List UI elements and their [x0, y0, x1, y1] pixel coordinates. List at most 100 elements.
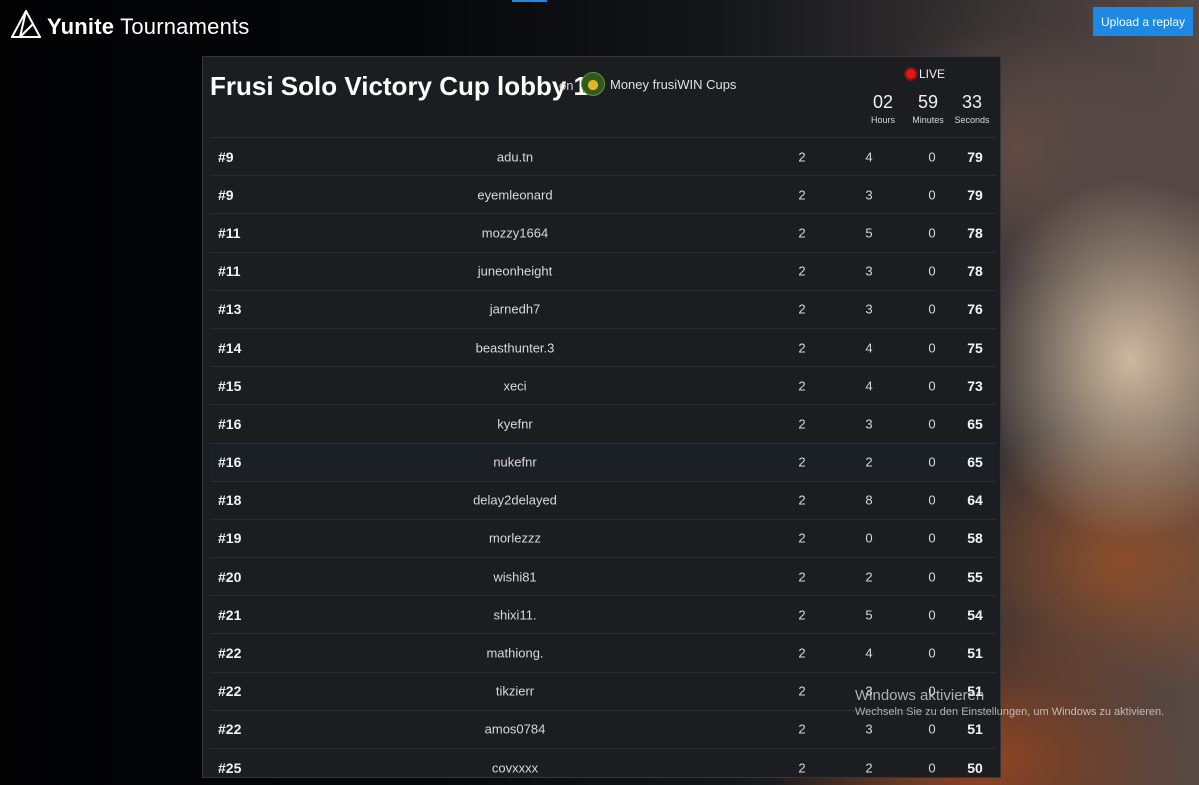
stat-2: 4: [865, 645, 873, 661]
live-indicator: LIVE: [906, 67, 945, 81]
stat-3: 0: [928, 187, 936, 203]
table-row[interactable]: #15 xeci 2 4 0 73: [210, 366, 995, 404]
upload-replay-button[interactable]: Upload a replay: [1093, 7, 1193, 36]
rank: #22: [218, 645, 242, 662]
stat-3: 0: [928, 301, 936, 317]
stat-1: 2: [798, 301, 806, 317]
points: 73: [967, 377, 983, 394]
stat-1: 2: [798, 569, 806, 585]
stat-2: 4: [865, 340, 873, 356]
player-name: eyemleonard: [477, 187, 553, 203]
stat-1: 2: [798, 149, 806, 165]
stat-3: 0: [928, 683, 936, 699]
timer-hours-value: 02: [872, 92, 894, 112]
table-row[interactable]: #25 covxxxx 2 2 0 50: [210, 748, 995, 777]
player-name: mozzy1664: [481, 225, 549, 241]
timer-minutes-value: 59: [917, 92, 939, 112]
timer-hours: 02 Hours: [861, 91, 905, 125]
stat-2: 4: [865, 149, 873, 165]
points: 50: [967, 759, 983, 776]
leaderboard-panel: Frusi Solo Victory Cup lobby 1 on Money …: [202, 56, 1001, 778]
stat-3: 0: [928, 607, 936, 623]
timer-seconds-value: 33: [961, 92, 983, 112]
stat-2: 2: [865, 569, 873, 585]
points: 79: [967, 186, 983, 203]
timer-seconds: 33 Seconds: [950, 91, 994, 125]
stat-2: 8: [865, 492, 873, 508]
player-name: wishi81: [493, 569, 537, 585]
stat-1: 2: [798, 263, 806, 279]
on-label: on: [559, 78, 574, 93]
rank: #18: [218, 492, 242, 509]
player-name: amos0784: [484, 721, 546, 737]
stat-3: 0: [928, 454, 936, 470]
rank: #16: [218, 454, 242, 471]
stat-3: 0: [928, 340, 936, 356]
table-row[interactable]: #20 wishi81 2 2 0 55: [210, 557, 995, 595]
table-row[interactable]: #11 juneonheight 2 3 0 78: [210, 251, 995, 290]
brand-name: Yunite Tournaments: [47, 13, 250, 39]
points: 64: [967, 492, 983, 509]
points: 58: [967, 530, 983, 547]
stat-2: 3: [865, 416, 873, 432]
rank: #9: [218, 148, 234, 165]
stat-2: 3: [865, 683, 873, 699]
table-row[interactable]: #14 beasthunter.3 2 4 0 75: [210, 327, 995, 366]
table-row[interactable]: #16 nukefnr 2 2 0 65: [210, 442, 995, 481]
player-name: mathiong.: [486, 645, 544, 661]
stat-1: 2: [798, 340, 806, 356]
table-row[interactable]: #16 kyefnr 2 3 0 65: [210, 404, 995, 442]
brand-logo-link[interactable]: Yunite Tournaments: [10, 8, 250, 43]
stat-1: 2: [798, 454, 806, 470]
stat-3: 0: [928, 530, 936, 546]
stat-1: 2: [798, 760, 806, 776]
stat-3: 0: [928, 492, 936, 508]
rank: #22: [218, 683, 242, 700]
rank: #20: [218, 568, 242, 585]
stat-2: 3: [865, 187, 873, 203]
points: 79: [967, 148, 983, 165]
player-name: jarnedh7: [489, 301, 541, 317]
stat-2: 3: [865, 301, 873, 317]
table-row[interactable]: #18 delay2delayed 2 8 0 64: [210, 480, 995, 519]
stat-1: 2: [798, 530, 806, 546]
stat-1: 2: [798, 416, 806, 432]
stat-3: 0: [928, 225, 936, 241]
points: 51: [967, 683, 983, 700]
player-name: shixi11.: [493, 607, 537, 623]
stat-1: 2: [798, 492, 806, 508]
player-name: adu.tn: [496, 149, 534, 165]
table-row[interactable]: #21 shixi11. 2 5 0 54: [210, 595, 995, 633]
organizer-link[interactable]: Money frusiWIN Cups: [610, 77, 736, 92]
points: 78: [967, 263, 983, 280]
stat-2: 0: [865, 530, 873, 546]
stat-3: 0: [928, 569, 936, 585]
table-row[interactable]: #22 amos0784 2 3 0 51: [210, 709, 995, 748]
stat-3: 0: [928, 378, 936, 394]
stat-3: 0: [928, 263, 936, 279]
stat-3: 0: [928, 721, 936, 737]
stat-1: 2: [798, 721, 806, 737]
timer-seconds-unit: Seconds: [954, 115, 990, 125]
table-row[interactable]: #19 morlezzz 2 0 0 58: [210, 518, 995, 557]
points: 75: [967, 339, 983, 356]
table-row[interactable]: #9 adu.tn 2 4 0 79: [210, 137, 995, 175]
table-row[interactable]: #11 mozzy1664 2 5 0 78: [210, 213, 995, 251]
player-name: tikzierr: [495, 683, 535, 699]
table-row[interactable]: #9 eyemleonard 2 3 0 79: [210, 175, 995, 213]
table-row[interactable]: #22 tikzierr 2 3 0 51: [210, 671, 995, 710]
yunite-logo-icon: [10, 8, 42, 43]
table-row[interactable]: #22 mathiong. 2 4 0 51: [210, 633, 995, 671]
player-name: delay2delayed: [473, 492, 557, 508]
rank: #13: [218, 301, 242, 318]
table-row[interactable]: #13 jarnedh7 2 3 0 76: [210, 289, 995, 328]
rank: #16: [218, 415, 242, 432]
points: 65: [967, 454, 983, 471]
stat-3: 0: [928, 645, 936, 661]
stat-2: 2: [865, 454, 873, 470]
organizer-avatar[interactable]: [581, 72, 605, 96]
timer-minutes: 59 Minutes: [906, 91, 950, 125]
stat-3: 0: [928, 760, 936, 776]
points: 76: [967, 301, 983, 318]
active-nav-indicator: [512, 0, 547, 2]
